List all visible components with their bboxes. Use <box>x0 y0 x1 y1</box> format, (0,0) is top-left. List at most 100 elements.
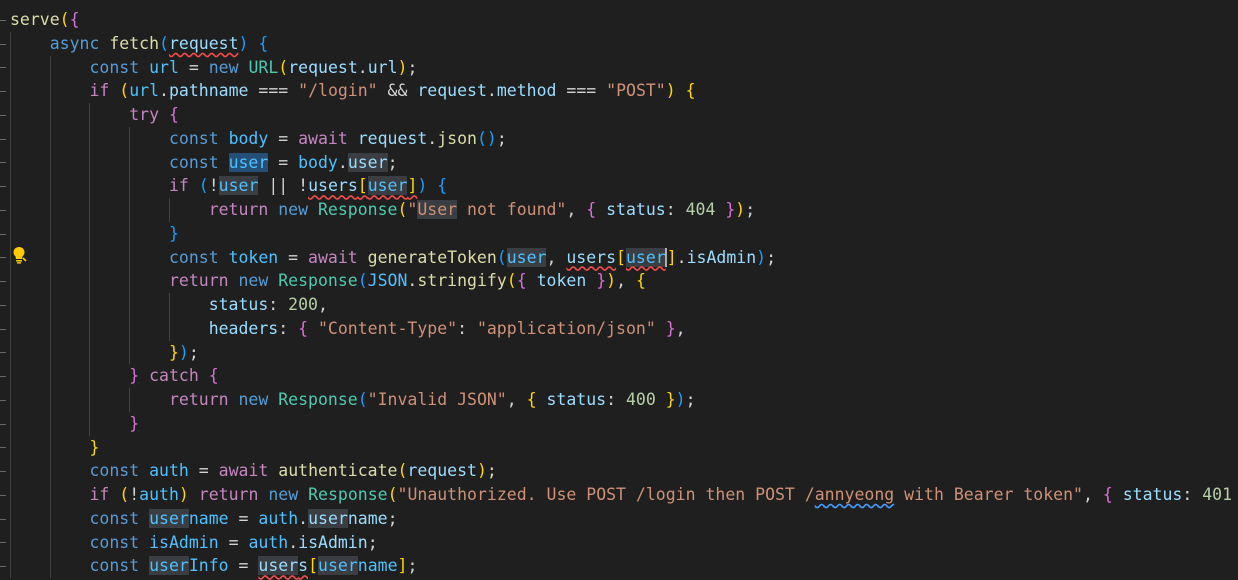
code-token: ( <box>506 271 517 291</box>
code-line[interactable]: } catch { <box>10 364 218 388</box>
code-token: auth <box>248 532 289 552</box>
code-line[interactable]: const url = new URL(request.url); <box>10 56 417 80</box>
code-token: ( <box>476 128 487 148</box>
code-token: = <box>228 556 259 576</box>
code-token: : <box>278 318 299 338</box>
code-token: { <box>635 271 646 291</box>
code-line[interactable]: try { <box>10 103 179 127</box>
code-token: const <box>89 556 150 576</box>
code-token: } <box>129 413 140 433</box>
gutter-tick <box>0 352 6 354</box>
code-line[interactable]: } <box>10 412 139 436</box>
code-line[interactable]: const username = auth.username; <box>10 507 398 531</box>
code-token: . <box>427 128 438 148</box>
gutter-tick <box>0 138 6 140</box>
gutter-tick <box>0 67 6 69</box>
code-token: [ <box>616 247 626 267</box>
code-token: 404 <box>685 200 716 219</box>
code-token: Response <box>317 200 398 219</box>
code-token: = <box>268 152 299 172</box>
code-token: status <box>546 390 607 409</box>
code-token: ) <box>606 271 617 291</box>
code-line[interactable]: headers: { "Content-Type": "application/… <box>10 317 686 341</box>
code-token: const <box>168 247 229 267</box>
gutter-tick <box>0 494 6 496</box>
code-token: } <box>596 271 607 291</box>
code-token: ( <box>119 485 130 504</box>
code-line[interactable]: const auth = await authenticate(request)… <box>10 459 497 483</box>
gutter-tick <box>0 209 6 211</box>
code-token: = <box>178 57 209 77</box>
gutter-tick <box>0 281 6 283</box>
code-token: { <box>685 81 696 101</box>
code-token: 400 <box>625 390 656 409</box>
code-line[interactable]: return new Response(JSON.stringify({ tok… <box>10 269 646 293</box>
code-token: user <box>258 556 299 576</box>
code-line[interactable]: const token = await generateToken(user, … <box>10 246 776 270</box>
gutter-tick <box>0 328 6 330</box>
code-token: " <box>407 200 418 219</box>
code-line[interactable]: } <box>10 436 99 460</box>
code-line[interactable]: const isAdmin = auth.isAdmin; <box>10 531 377 555</box>
code-token: : <box>1182 485 1203 504</box>
code-token: "POST" <box>606 81 666 101</box>
code-token: pathname <box>168 81 249 101</box>
code-token: ( <box>198 176 209 196</box>
code-line[interactable]: const user = body.user; <box>10 151 398 175</box>
code-token: ; <box>486 461 497 481</box>
code-token: name <box>357 556 398 576</box>
code-token: if <box>89 485 120 504</box>
code-line[interactable]: async fetch(request) { <box>10 32 269 56</box>
code-line[interactable]: return new Response("User not found", { … <box>10 198 755 222</box>
code-token: json <box>437 128 477 148</box>
gutter-tick <box>0 566 6 568</box>
code-token: { <box>1102 485 1113 504</box>
code-token: } <box>168 223 179 243</box>
code-token: = <box>188 461 219 481</box>
code-token: Response <box>278 390 358 409</box>
code-token: stringify <box>417 271 507 291</box>
code-token: === <box>248 81 299 101</box>
code-line[interactable]: }); <box>10 341 199 365</box>
code-token: } <box>665 390 676 409</box>
code-token: const <box>89 532 150 552</box>
code-line[interactable]: } <box>10 222 179 246</box>
code-line[interactable]: status: 200, <box>10 293 328 317</box>
code-line[interactable]: const body = await request.json(); <box>10 127 507 151</box>
code-token: ( <box>357 390 368 409</box>
code-line[interactable]: serve({ <box>10 8 80 32</box>
gutter-tick <box>0 304 6 306</box>
code-token: user <box>218 176 259 196</box>
code-token: user <box>367 176 408 196</box>
code-token: ( <box>59 10 70 29</box>
code-line[interactable]: if (!auth) return new Response("Unauthor… <box>10 483 1238 507</box>
code-line[interactable]: if (url.pathname === "/login" && request… <box>10 79 696 103</box>
code-line[interactable]: return new Response("Invalid JSON", { st… <box>10 388 696 412</box>
code-token: request <box>168 33 239 53</box>
code-token: : <box>457 318 477 338</box>
code-token: return <box>168 390 239 409</box>
code-editor[interactable]: serve({ async fetch(request) { const url… <box>0 0 1238 580</box>
code-token: not found" <box>457 200 567 219</box>
code-line[interactable]: if (!user || !users[user]) { <box>10 174 447 198</box>
code-token: async <box>49 33 110 53</box>
code-token: user <box>149 508 189 528</box>
code-token: , <box>1082 485 1103 504</box>
code-token: method <box>496 81 557 101</box>
code-token: user <box>625 247 666 267</box>
code-line[interactable]: const userInfo = users[username]; <box>10 554 417 578</box>
code-token: ] <box>397 556 408 576</box>
code-token: new <box>238 271 279 291</box>
code-token: Response <box>278 271 358 291</box>
code-token: [ <box>357 176 368 196</box>
code-token: ! <box>208 176 219 196</box>
code-token: token <box>228 247 279 267</box>
code-token: try <box>129 105 169 124</box>
lightbulb-icon[interactable] <box>10 246 28 266</box>
